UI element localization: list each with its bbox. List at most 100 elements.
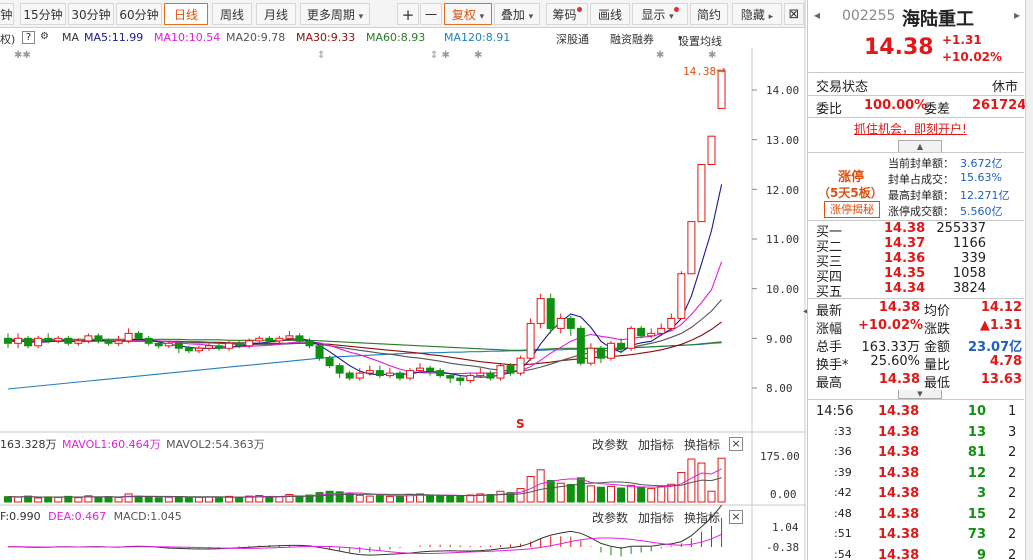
candle-body (486, 372, 495, 379)
candle-body (466, 375, 475, 382)
candle-body (446, 375, 455, 379)
vol-edit-params-button[interactable]: 改参数 (592, 436, 628, 453)
volume-bar (697, 462, 706, 503)
tick-time: :33 (834, 424, 852, 438)
divider (808, 152, 1024, 153)
volume-bar (607, 485, 615, 503)
candle-body (556, 317, 565, 329)
bid-price: 14.36 (884, 251, 926, 266)
limit-up-days: （5天5板） (818, 186, 883, 200)
volume-bar (637, 486, 646, 503)
volume-bar (496, 490, 505, 503)
volume-bar (375, 495, 384, 503)
volume-bar (144, 496, 153, 503)
vol-switch-indicator-button[interactable]: 换指标 (684, 436, 720, 453)
mavol1-value: MAVOL1:60.464万 (62, 438, 161, 451)
macd-close-icon[interactable]: × (729, 510, 743, 524)
macd-add-indicator-button[interactable]: 加指标 (638, 509, 674, 526)
tick-time: :36 (834, 445, 852, 458)
tick-row: :42 14.38 3 2 (808, 484, 1024, 504)
tick-price: 14.38 (878, 547, 920, 560)
y-tick: 13.00 (766, 134, 800, 147)
volume-bar (365, 495, 374, 503)
y-tick: 11.00 (766, 233, 800, 246)
panel-scrollbar[interactable] (1025, 0, 1033, 560)
limit-up-label: 封单占成交： (888, 173, 954, 186)
quote-label: 总手 (816, 340, 843, 355)
y-tick: 8.00 (766, 382, 793, 395)
quote-value: 14.38 (878, 372, 920, 387)
quote-label: 换手* (816, 358, 849, 373)
open-account-link[interactable]: 抓住机会，即刻开户! (854, 120, 967, 137)
volume-bar (456, 495, 465, 503)
tick-volume: 12 (967, 465, 986, 481)
candle-body (416, 367, 425, 372)
macd-edit-params-button[interactable]: 改参数 (592, 509, 628, 526)
tick-price: 14.38 (878, 424, 920, 440)
quote-label: 涨幅 (816, 322, 843, 337)
divider (808, 117, 1024, 118)
candle-body (315, 345, 324, 359)
vol-add-indicator-button[interactable]: 加指标 (638, 436, 674, 453)
candle-body (24, 337, 33, 347)
volume-bar (235, 496, 244, 503)
tick-count: 2 (1008, 547, 1017, 560)
candle-body (34, 337, 43, 347)
candle-body (707, 135, 716, 166)
limit-up-badge: 涨停 (838, 170, 865, 185)
kline-chart[interactable] (0, 0, 806, 560)
candle-body (194, 347, 203, 352)
candle-body (134, 332, 143, 339)
candle-body (436, 370, 445, 377)
vol-close-icon[interactable]: × (729, 437, 743, 451)
macd-switch-indicator-button[interactable]: 换指标 (684, 509, 720, 526)
volume-bar (295, 495, 304, 503)
candle-body (516, 357, 525, 374)
limit-up-label: 涨停成交额： (888, 205, 954, 218)
limit-up-value: 15.63% (960, 171, 1002, 184)
candle-body (94, 335, 103, 342)
tick-row: :33 14.38 13 3 (808, 423, 1024, 443)
candle-body (154, 342, 163, 347)
mavol2-value: MAVOL2:54.363万 (166, 438, 265, 451)
quote-label: 最高 (816, 376, 843, 391)
volume-bar (385, 496, 394, 503)
vol-value: 163.328万 (0, 438, 57, 451)
bid-volume: 339 (961, 251, 986, 266)
signal-s-marker: S (516, 417, 525, 431)
next-stock-icon[interactable]: ▸ (1014, 8, 1020, 22)
candle-body (295, 335, 304, 342)
quote-row: 换手* 25.60% 量比 4.78 (808, 354, 1024, 373)
vol-axis-tick: 175.00 (760, 450, 800, 463)
tick-row: 14:56 14.38 10 1 (808, 402, 1024, 422)
prev-stock-icon[interactable]: ◂ (814, 8, 820, 22)
candle-body (375, 370, 384, 377)
tick-row: :54 14.38 9 2 (808, 546, 1024, 560)
candle-body (506, 365, 515, 374)
current-price: 14.38 (864, 35, 934, 60)
volume-bar (14, 496, 23, 503)
volume-bar (164, 496, 173, 503)
volume-bar (677, 471, 686, 503)
weicha-label: 委差 (924, 102, 951, 117)
volume-bar (74, 497, 83, 503)
collapse-up-icon[interactable]: ▲ (898, 140, 942, 152)
quote-label: 最低 (924, 376, 951, 391)
quote-value: 14.38 (878, 300, 920, 315)
tick-volume: 10 (967, 404, 986, 419)
volume-bar (44, 496, 53, 503)
quote-label: 均价 (924, 304, 951, 319)
volume-bar (536, 469, 545, 503)
status-label: 交易状态 (816, 80, 869, 95)
candle-body (546, 298, 555, 329)
macd-header: F:0.990 DEA:0.467 MACD:1.045 (0, 510, 182, 523)
candle-body (406, 370, 414, 379)
candle-body (14, 337, 23, 344)
event-marker-icon: ✱✱ (14, 50, 31, 61)
volume-bar (617, 487, 626, 503)
collapse-down-icon[interactable]: ▼ (898, 390, 942, 399)
quote-value: 163.33万 (861, 340, 921, 355)
volume-bar (586, 485, 595, 503)
last-price-tag: 14.38 (683, 65, 717, 78)
limit-up-reveal-button[interactable]: 涨停揭秘 (824, 201, 880, 218)
